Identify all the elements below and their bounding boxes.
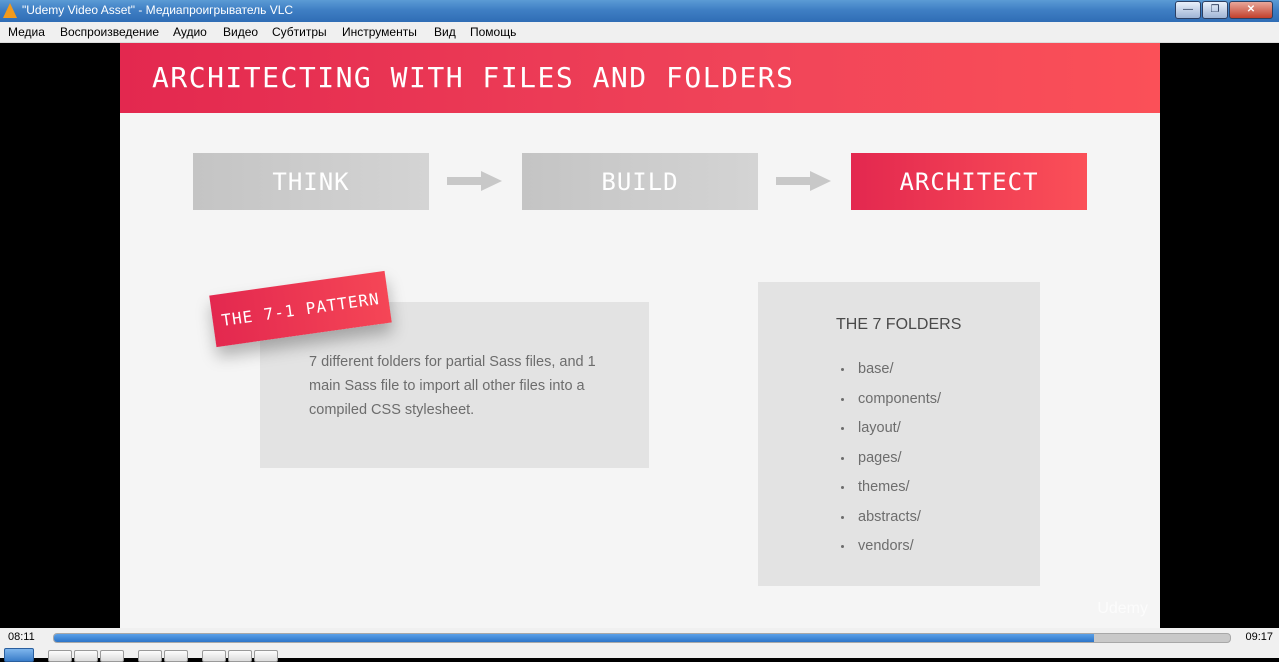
menu-help[interactable]: Помощь <box>470 25 516 39</box>
folder-name: layout/ <box>858 420 901 436</box>
menu-playback[interactable]: Воспроизведение <box>60 25 159 39</box>
step-architect: ARCHITECT <box>851 153 1087 210</box>
udemy-watermark: Udemy <box>1097 600 1148 617</box>
stop-icon[interactable] <box>74 650 98 662</box>
window-title: "Udemy Video Asset" - Медиапроигрыватель… <box>22 3 294 17</box>
bullet-icon <box>841 397 844 401</box>
list-item: vendors/ <box>836 532 941 562</box>
maximize-icon[interactable]: ❐ <box>1202 1 1228 19</box>
bullet-icon <box>841 456 844 460</box>
pattern-description: 7 different folders for partial Sass fil… <box>309 354 596 418</box>
folder-name: pages/ <box>858 449 902 466</box>
vlc-cone-icon <box>3 3 17 18</box>
fullscreen-icon[interactable] <box>138 650 162 662</box>
elapsed-time: 08:11 <box>8 631 35 643</box>
folder-name: base/ <box>858 361 894 377</box>
list-item: base/ <box>836 355 941 385</box>
step-think: THINK <box>193 153 429 210</box>
slide-header: ARCHITECTING WITH FILES AND FOLDERS <box>120 43 1160 113</box>
menu-view[interactable]: Вид <box>434 25 456 39</box>
extended-settings-icon[interactable] <box>164 650 188 662</box>
folders-title: THE 7 FOLDERS <box>836 316 962 333</box>
bullet-icon <box>841 515 844 519</box>
arrow-right-icon <box>447 171 502 191</box>
menu-bar: Медиа Воспроизведение Аудио Видео Субтит… <box>0 22 1279 43</box>
shuffle-icon[interactable] <box>254 650 278 662</box>
pause-icon[interactable] <box>4 648 34 662</box>
video-area[interactable]: ARCHITECTING WITH FILES AND FOLDERS THIN… <box>0 43 1279 628</box>
title-bar: "Udemy Video Asset" - Медиапроигрыватель… <box>0 0 1279 22</box>
seek-bar[interactable] <box>53 633 1231 643</box>
list-item: layout/ <box>836 414 941 444</box>
bullet-icon <box>841 368 844 371</box>
loop-icon[interactable] <box>228 650 252 662</box>
list-item: themes/ <box>836 473 941 503</box>
folder-name: abstracts/ <box>858 508 921 525</box>
step-build: BUILD <box>522 153 758 210</box>
bullet-icon <box>841 545 844 548</box>
folders-list: base/ components/ layout/ pages/ themes/… <box>836 355 941 562</box>
window-controls: — ❐ ✕ <box>1174 1 1273 19</box>
seek-progress <box>54 634 1094 642</box>
folder-name: themes/ <box>858 479 910 495</box>
total-time: 09:17 <box>1245 631 1273 643</box>
minimize-icon[interactable]: — <box>1175 1 1201 19</box>
list-item: components/ <box>836 385 941 415</box>
menu-subtitles[interactable]: Субтитры <box>272 25 327 39</box>
menu-tools[interactable]: Инструменты <box>342 25 417 39</box>
slide-title: ARCHITECTING WITH FILES AND FOLDERS <box>152 61 795 94</box>
slide: ARCHITECTING WITH FILES AND FOLDERS THIN… <box>120 43 1160 628</box>
bullet-icon <box>841 486 844 489</box>
list-item: abstracts/ <box>836 503 941 533</box>
arrow-right-icon <box>776 171 831 191</box>
playlist-icon[interactable] <box>202 650 226 662</box>
folders-box: THE 7 FOLDERS base/ components/ layout/ … <box>758 282 1040 586</box>
next-icon[interactable] <box>100 650 124 662</box>
player-controls: 08:11 09:17 <box>0 628 1279 662</box>
menu-media[interactable]: Медиа <box>8 25 45 39</box>
menu-video[interactable]: Видео <box>223 25 258 39</box>
bullet-icon <box>841 427 844 430</box>
folder-name: vendors/ <box>858 538 914 554</box>
menu-audio[interactable]: Аудио <box>173 25 207 39</box>
folder-name: components/ <box>858 390 942 407</box>
previous-icon[interactable] <box>48 650 72 662</box>
close-icon[interactable]: ✕ <box>1229 1 1273 19</box>
list-item: pages/ <box>836 444 941 474</box>
